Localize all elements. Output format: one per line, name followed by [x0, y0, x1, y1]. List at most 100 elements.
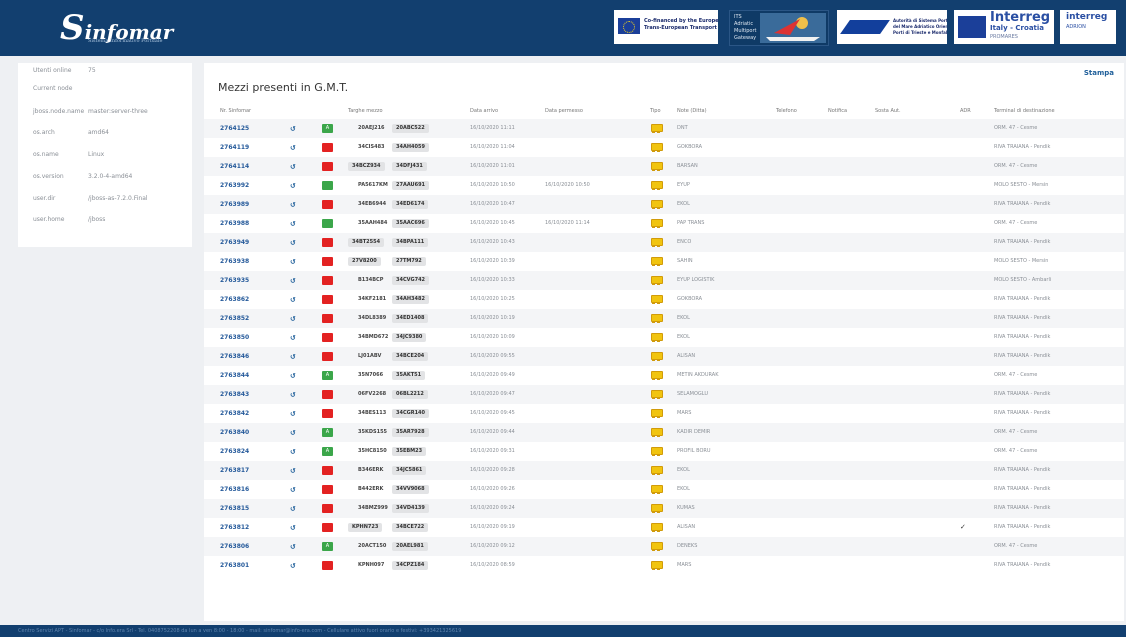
sinfomar-number-link[interactable]: 2764114	[220, 157, 249, 176]
sinfomar-number-link[interactable]: 2764125	[220, 119, 249, 138]
sinfomar-number-link[interactable]: 2763852	[220, 309, 249, 328]
table-row[interactable]: 2763852 ↺ 34DL8389 34ED1408 16/10/2020 10:19…	[204, 309, 1124, 328]
table-row[interactable]: 2764119 ↺ 34CIS483 34AH4059 16/10/2020 11:04…	[204, 138, 1124, 157]
trailer-plate: 34ED1408	[392, 314, 429, 323]
company-note: DNT	[677, 125, 688, 131]
history-icon[interactable]: ↺	[290, 429, 296, 437]
history-icon[interactable]: ↺	[290, 543, 296, 551]
history-icon[interactable]: ↺	[290, 448, 296, 456]
history-icon[interactable]: ↺	[290, 125, 296, 133]
sinfomar-number-link[interactable]: 2763938	[220, 252, 249, 271]
sinfomar-number-link[interactable]: 2763817	[220, 461, 249, 480]
sinfomar-number-link[interactable]: 2763816	[220, 480, 249, 499]
destination-terminal: ORM. 47 - Cesme	[994, 125, 1038, 131]
table-row[interactable]: 2764125 ↺ A 20AEJ216 20ABC522 16/10/2020 11:1…	[204, 119, 1124, 138]
trailer-plate: 35AKT51	[392, 371, 426, 380]
col-header-nr[interactable]: Nr. Sinfomar	[220, 108, 251, 114]
col-header-notification[interactable]: Notifica	[828, 108, 847, 114]
table-row[interactable]: 2763815 ↺ 34BMZ999 34VD4139 16/10/2020 09:24…	[204, 499, 1124, 518]
vehicles-panel: Mezzi presenti in G.M.T. Stampa Nr. Sinf…	[204, 63, 1124, 621]
history-icon[interactable]: ↺	[290, 296, 296, 304]
sinfomar-number-link[interactable]: 2764119	[220, 138, 249, 157]
table-row[interactable]: 2763801 ↺ KPNH097 34CPZ184 16/10/2020 08:59 M…	[204, 556, 1124, 575]
sinfomar-number-link[interactable]: 2763812	[220, 518, 249, 537]
print-button[interactable]: Stampa	[1084, 69, 1114, 77]
sinfomar-number-link[interactable]: 2763988	[220, 214, 249, 233]
history-icon[interactable]: ↺	[290, 524, 296, 532]
table-row[interactable]: 2763817 ↺ B346ERK 34JC5861 16/10/2020 09:28 E…	[204, 461, 1124, 480]
arrival-date: 16/10/2020 09:26	[470, 486, 515, 492]
history-icon[interactable]: ↺	[290, 505, 296, 513]
trailer-plate: 34VD4139	[392, 504, 429, 513]
company-note: EKOL	[677, 315, 690, 321]
history-icon[interactable]: ↺	[290, 486, 296, 494]
truck-icon	[650, 390, 663, 399]
table-row[interactable]: 2763842 ↺ 34BES113 34CGR140 16/10/2020 09:45…	[204, 404, 1124, 423]
vehicle-type-cell	[650, 428, 663, 437]
col-header-arrival[interactable]: Data arrivo	[470, 108, 498, 114]
table-row[interactable]: 2763844 ↺ A 35N7066 35AKT51 16/10/2020 09:49 M…	[204, 366, 1124, 385]
sinfomar-number-link[interactable]: 2763844	[220, 366, 249, 385]
table-row[interactable]: 2763843 ↺ 06FV2268 06BL2212 16/10/2020 09:47…	[204, 385, 1124, 404]
sinfomar-number-link[interactable]: 2763840	[220, 423, 249, 442]
tractor-plate: B134BCP	[358, 277, 384, 283]
col-header-terminal[interactable]: Terminal di destinazione	[994, 108, 1055, 114]
table-row[interactable]: 2763949 ↺ 34BT2554 34BPA111 16/10/2020 10:43…	[204, 233, 1124, 252]
col-header-plates[interactable]: Targhe mezzo	[348, 108, 383, 114]
history-icon[interactable]: ↺	[290, 182, 296, 190]
col-header-adr[interactable]: ADR	[960, 108, 971, 114]
col-header-type[interactable]: Tipo	[650, 108, 661, 114]
table-row[interactable]: 2763938 ↺ 27V8200 27TM792 16/10/2020 10:39 SA…	[204, 252, 1124, 271]
col-header-auth-stop[interactable]: Sosta Aut.	[875, 108, 901, 114]
sinfomar-number-link[interactable]: 2763949	[220, 233, 249, 252]
col-header-permit[interactable]: Data permesso	[545, 108, 583, 114]
sinfomar-logo[interactable]: Sinfomar Sistema Informativo Portuale	[60, 8, 173, 48]
table-row[interactable]: 2763862 ↺ 34KF2181 34AH3482 16/10/2020 10:25…	[204, 290, 1124, 309]
tractor-plate: 34DL8389	[358, 315, 387, 321]
history-icon[interactable]: ↺	[290, 258, 296, 266]
table-row[interactable]: 2763806 ↺ A 20ACT150 20AEL981 16/10/2020 09:1…	[204, 537, 1124, 556]
col-header-phone[interactable]: Telefono	[776, 108, 797, 114]
history-icon[interactable]: ↺	[290, 353, 296, 361]
table-row[interactable]: 2764114 ↺ 34BCZ934 34DFJ431 16/10/2020 11:01…	[204, 157, 1124, 176]
table-row[interactable]: 2763989 ↺ 34EB6944 34ED6174 16/10/2020 10:47…	[204, 195, 1124, 214]
table-row[interactable]: 2763824 ↺ A 35HC8150 35EBM23 16/10/2020 09:31…	[204, 442, 1124, 461]
history-icon[interactable]: ↺	[290, 220, 296, 228]
history-icon[interactable]: ↺	[290, 315, 296, 323]
history-icon[interactable]: ↺	[290, 201, 296, 209]
col-header-notes[interactable]: Note (Ditta)	[677, 108, 707, 114]
history-icon[interactable]: ↺	[290, 239, 296, 247]
table-row[interactable]: 2763816 ↺ B442ERK 34VV9068 16/10/2020 09:26 E…	[204, 480, 1124, 499]
arrival-date: 16/10/2020 11:11	[470, 125, 515, 131]
status-badge	[322, 257, 333, 266]
table-row[interactable]: 2763988 ↺ 35AAH484 35AAC696 16/10/2020 10:45…	[204, 214, 1124, 233]
history-icon[interactable]: ↺	[290, 467, 296, 475]
table-row[interactable]: 2763840 ↺ A 35KDS155 35AR7928 16/10/2020 09:4…	[204, 423, 1124, 442]
sinfomar-number-link[interactable]: 2763850	[220, 328, 249, 347]
sinfomar-number-link[interactable]: 2763846	[220, 347, 249, 366]
table-row[interactable]: 2763846 ↺ LJ01ABV 34BCE204 16/10/2020 09:55 A…	[204, 347, 1124, 366]
history-icon[interactable]: ↺	[290, 372, 296, 380]
sinfomar-number-link[interactable]: 2763842	[220, 404, 249, 423]
sinfomar-number-link[interactable]: 2763801	[220, 556, 249, 575]
table-row[interactable]: 2763935 ↺ B134BCP 34CVG742 16/10/2020 10:33 E…	[204, 271, 1124, 290]
history-icon[interactable]: ↺	[290, 410, 296, 418]
sinfomar-number-link[interactable]: 2763806	[220, 537, 249, 556]
history-icon[interactable]: ↺	[290, 163, 296, 171]
company-note: PAP TRANS	[677, 220, 705, 226]
sinfomar-number-link[interactable]: 2763815	[220, 499, 249, 518]
sinfomar-number-link[interactable]: 2763935	[220, 271, 249, 290]
history-icon[interactable]: ↺	[290, 144, 296, 152]
sinfomar-number-link[interactable]: 2763992	[220, 176, 249, 195]
history-icon[interactable]: ↺	[290, 334, 296, 342]
sinfomar-number-link[interactable]: 2763989	[220, 195, 249, 214]
table-row[interactable]: 2763850 ↺ 34BMD672 34JC9380 16/10/2020 10:09…	[204, 328, 1124, 347]
table-row[interactable]: 2763812 ↺ KPHN723 34BCE722 16/10/2020 09:19 A…	[204, 518, 1124, 537]
sinfomar-number-link[interactable]: 2763824	[220, 442, 249, 461]
sinfomar-number-link[interactable]: 2763862	[220, 290, 249, 309]
history-icon[interactable]: ↺	[290, 562, 296, 570]
table-row[interactable]: 2763992 ↺ PA5617KM 27AAU691 16/10/2020 10:50…	[204, 176, 1124, 195]
history-icon[interactable]: ↺	[290, 277, 296, 285]
sinfomar-number-link[interactable]: 2763843	[220, 385, 249, 404]
history-icon[interactable]: ↺	[290, 391, 296, 399]
